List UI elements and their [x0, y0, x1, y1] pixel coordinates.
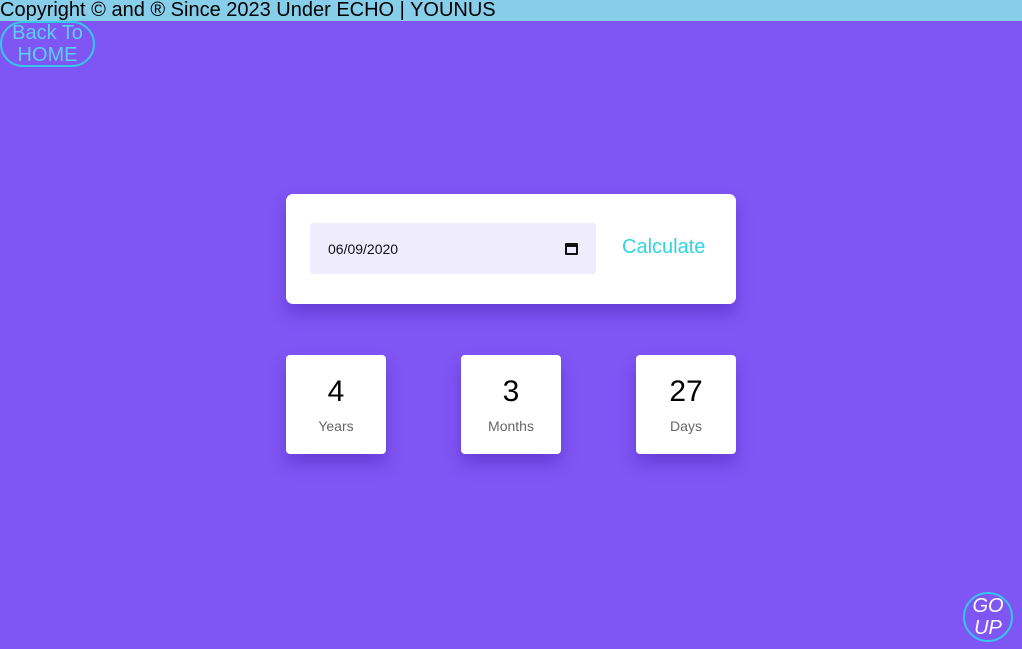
days-label: Days	[670, 418, 702, 434]
go-up-button[interactable]: GO UP	[963, 592, 1013, 642]
go-up-line1: GO	[972, 595, 1004, 617]
months-value: 3	[502, 375, 520, 408]
months-label: Months	[488, 418, 534, 434]
back-to-home-button[interactable]: Back To HOME	[0, 21, 95, 67]
years-value: 4	[327, 375, 345, 408]
date-value: 06/09/2020	[328, 240, 399, 257]
days-result: 27 Days	[636, 355, 736, 454]
calculator-card: 06/09/2020 Calculate	[286, 194, 736, 304]
birth-date-input[interactable]: 06/09/2020	[310, 223, 596, 274]
back-home-line1: Back To	[12, 22, 83, 44]
years-label: Years	[318, 418, 354, 434]
months-result: 3 Months	[461, 355, 561, 454]
years-result: 4 Years	[286, 355, 386, 454]
calendar-icon[interactable]	[565, 242, 578, 255]
calculate-button[interactable]: Calculate	[622, 232, 705, 262]
copyright-text: Copyright © and ® Since 2023 Under ECHO …	[0, 0, 496, 21]
days-value: 27	[669, 375, 703, 408]
back-home-line2: HOME	[17, 44, 78, 66]
copyright-bar: Copyright © and ® Since 2023 Under ECHO …	[0, 0, 1022, 21]
go-up-line2: UP	[974, 617, 1002, 639]
